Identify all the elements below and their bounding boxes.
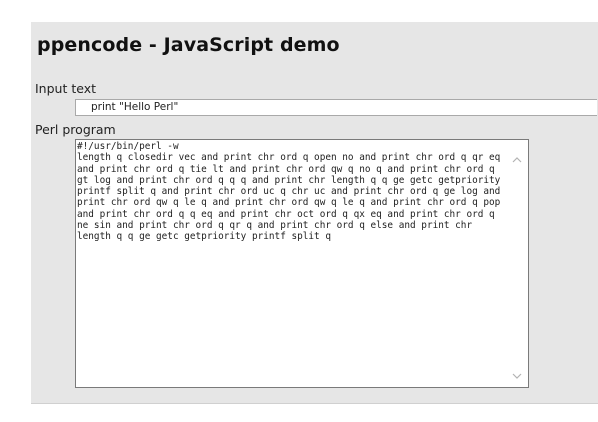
chevron-up-icon[interactable] <box>512 155 522 165</box>
perl-program-textarea[interactable]: #!/usr/bin/perl -w length q closedir vec… <box>75 139 529 388</box>
input-text-field[interactable]: print "Hello Perl" <box>75 99 597 116</box>
demo-panel: ppencode - JavaScript demo Input text pr… <box>31 22 598 404</box>
chevron-down-icon[interactable] <box>512 371 522 381</box>
page-title: ppencode - JavaScript demo <box>37 34 340 56</box>
input-text-label: Input text <box>35 81 97 96</box>
perl-program-code: #!/usr/bin/perl -w length q closedir vec… <box>77 141 501 243</box>
perl-program-label: Perl program <box>35 122 116 137</box>
